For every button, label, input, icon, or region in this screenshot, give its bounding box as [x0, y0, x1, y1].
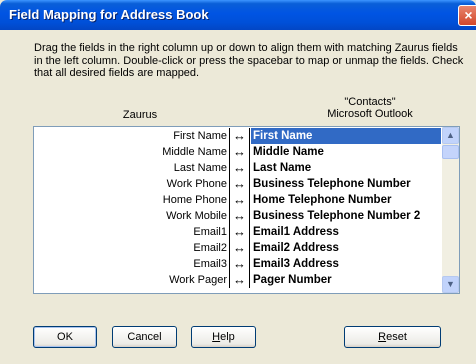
- outlook-header-line2: Microsoft Outlook: [327, 108, 413, 120]
- field-mapping-list[interactable]: First Name ↔ First Name Middle Name ↔ Middle …: [33, 126, 460, 294]
- mapping-row[interactable]: Email3 ↔ Email3 Address: [34, 256, 441, 272]
- mapping-row[interactable]: Email1 ↔ Email1 Address: [34, 224, 441, 240]
- outlook-field[interactable]: Email3 Address: [251, 256, 441, 272]
- map-arrow-icon[interactable]: ↔: [230, 160, 249, 176]
- mapping-row[interactable]: Email2 ↔ Email2 Address: [34, 240, 441, 256]
- zaurus-field: Last Name: [173, 162, 227, 174]
- mapping-row[interactable]: Home Phone ↔ Home Telephone Number: [34, 192, 441, 208]
- column-divider: [249, 160, 250, 176]
- zaurus-field: First Name: [173, 130, 227, 142]
- outlook-field[interactable]: Last Name: [251, 160, 441, 176]
- outlook-header-line1: "Contacts": [344, 96, 396, 108]
- zaurus-field: Work Mobile: [166, 210, 227, 222]
- reset-button[interactable]: Reset: [344, 326, 441, 348]
- outlook-field[interactable]: Middle Name: [251, 144, 441, 160]
- outlook-field[interactable]: Pager Number: [251, 272, 441, 288]
- zaurus-field: Email2: [193, 242, 227, 254]
- mapping-row[interactable]: First Name ↔ First Name: [34, 128, 441, 144]
- zaurus-field: Email1: [193, 226, 227, 238]
- map-arrow-icon[interactable]: ↔: [230, 256, 249, 272]
- zaurus-field: Work Phone: [166, 178, 227, 190]
- map-arrow-icon[interactable]: ↔: [230, 144, 249, 160]
- help-mnemonic: H: [212, 331, 221, 343]
- outlook-field[interactable]: Email2 Address: [251, 240, 441, 256]
- map-arrow-icon[interactable]: ↔: [230, 176, 249, 192]
- help-button[interactable]: Help: [191, 326, 256, 348]
- mapping-row[interactable]: Last Name ↔ Last Name: [34, 160, 441, 176]
- cancel-button[interactable]: Cancel: [112, 326, 177, 348]
- zaurus-field: Email3: [193, 258, 227, 270]
- column-divider: [249, 272, 250, 288]
- mapping-row[interactable]: Work Mobile ↔ Business Telephone Number 2: [34, 208, 441, 224]
- outlook-field[interactable]: Email1 Address: [251, 224, 441, 240]
- instructions-text: Drag the fields in the right column up o…: [34, 42, 464, 79]
- zaurus-column-header: Zaurus: [122, 109, 158, 121]
- scrollbar-thumb[interactable]: [442, 145, 459, 159]
- column-divider: [249, 240, 250, 256]
- window-title: Field Mapping for Address Book: [9, 7, 209, 22]
- outlook-field[interactable]: Home Telephone Number: [251, 192, 441, 208]
- map-arrow-icon[interactable]: ↔: [230, 128, 249, 144]
- column-divider: [249, 128, 250, 144]
- map-arrow-icon[interactable]: ↔: [230, 240, 249, 256]
- map-arrow-icon[interactable]: ↔: [230, 192, 249, 208]
- column-divider: [249, 208, 250, 224]
- outlook-field[interactable]: Business Telephone Number 2: [251, 208, 441, 224]
- scroll-down-icon[interactable]: ▼: [442, 276, 459, 293]
- outlook-field[interactable]: Business Telephone Number: [251, 176, 441, 192]
- zaurus-field: Home Phone: [162, 194, 227, 206]
- column-divider: [249, 192, 250, 208]
- zaurus-field: Work Pager: [169, 274, 227, 286]
- column-divider: [249, 256, 250, 272]
- close-icon[interactable]: ×: [458, 5, 476, 26]
- zaurus-field: Middle Name: [162, 146, 227, 158]
- mapping-row[interactable]: Work Pager ↔ Pager Number: [34, 272, 441, 288]
- column-divider: [249, 176, 250, 192]
- help-label: elp: [220, 331, 235, 343]
- map-arrow-icon[interactable]: ↔: [230, 224, 249, 240]
- reset-label: eset: [386, 331, 407, 343]
- title-bar[interactable]: Field Mapping for Address Book ×: [0, 0, 476, 30]
- outlook-column-header: "Contacts" Microsoft Outlook: [300, 96, 440, 120]
- mapping-row[interactable]: Middle Name ↔ Middle Name: [34, 144, 441, 160]
- map-arrow-icon[interactable]: ↔: [230, 272, 249, 288]
- map-arrow-icon[interactable]: ↔: [230, 208, 249, 224]
- ok-button[interactable]: OK: [33, 326, 97, 348]
- mapping-row[interactable]: Work Phone ↔ Business Telephone Number: [34, 176, 441, 192]
- reset-mnemonic: R: [378, 331, 387, 343]
- outlook-field[interactable]: First Name: [251, 128, 441, 144]
- column-divider: [249, 144, 250, 160]
- scroll-up-icon[interactable]: ▲: [442, 127, 459, 144]
- field-mapping-dialog: Field Mapping for Address Book × Drag th…: [0, 0, 476, 364]
- column-divider: [249, 224, 250, 240]
- vertical-scrollbar[interactable]: ▲ ▼: [442, 127, 459, 293]
